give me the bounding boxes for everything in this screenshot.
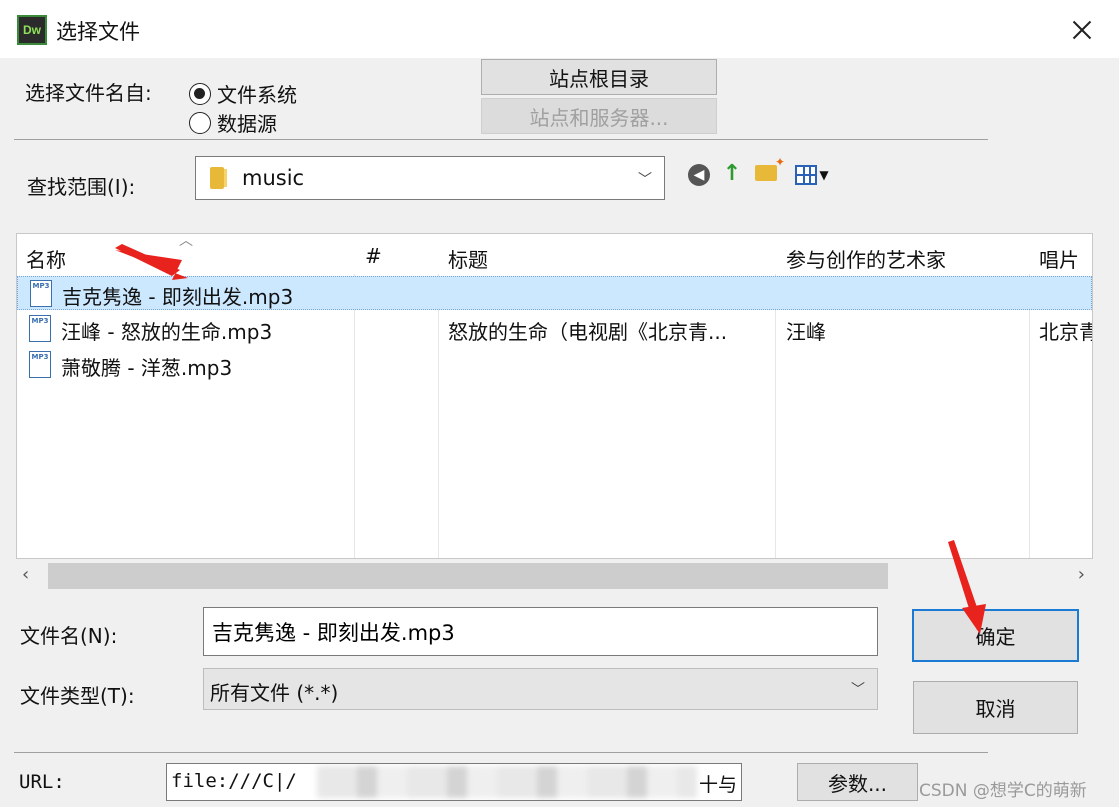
- file-name: 吉克隽逸 - 即刻出发.mp3: [62, 285, 294, 309]
- filename-input[interactable]: [203, 607, 878, 656]
- horizontal-scrollbar[interactable]: ‹ ›: [16, 560, 1093, 592]
- window-title: 选择文件: [56, 20, 140, 44]
- file-name: 汪峰 - 怒放的生命.mp3: [61, 320, 273, 344]
- new-folder-icon[interactable]: [753, 155, 785, 186]
- column-header-title[interactable]: 标题: [448, 244, 488, 273]
- scroll-right-icon[interactable]: ›: [1078, 564, 1085, 585]
- dreamweaver-app-icon: Dw: [17, 15, 47, 45]
- back-icon[interactable]: ◀: [686, 162, 712, 188]
- site-root-button[interactable]: 站点根目录: [481, 59, 717, 95]
- site-server-button: 站点和服务器...: [481, 98, 717, 134]
- url-input[interactable]: file:///C|/ 十与: [166, 763, 742, 801]
- grid-view-icon: [795, 165, 818, 185]
- radio-data-source[interactable]: 数据源: [189, 108, 277, 137]
- scroll-left-icon[interactable]: ‹: [22, 564, 29, 585]
- view-menu-icon[interactable]: ▼: [790, 162, 834, 188]
- separator: [14, 139, 988, 140]
- watermark: CSDN @想学C的萌新: [919, 781, 1087, 801]
- filetype-select[interactable]: 所有文件 (*.*) ﹀: [203, 668, 878, 710]
- mp3-file-icon: MP3: [30, 280, 52, 307]
- blurred-region: [317, 766, 697, 798]
- url-value-start: file:///C|/: [171, 770, 297, 792]
- file-row[interactable]: MP3 吉克隽逸 - 即刻出发.mp3: [17, 276, 1092, 310]
- filetype-value: 所有文件 (*.*): [210, 681, 339, 705]
- chevron-down-icon[interactable]: ﹀: [851, 679, 865, 699]
- parameters-button[interactable]: 参数...: [797, 763, 918, 801]
- column-header-number[interactable]: #: [365, 244, 382, 268]
- lookin-value: music: [242, 166, 305, 190]
- up-folder-icon[interactable]: ↑: [719, 160, 745, 186]
- list-header: ︿ 名称 # 标题 参与创作的艺术家 唱片集: [17, 233, 1092, 301]
- filename-label: 文件名(N):: [20, 624, 118, 648]
- file-row[interactable]: MP3 萧敬腾 - 洋葱.mp3: [17, 348, 1092, 382]
- caret-down-icon: ▼: [819, 168, 829, 182]
- lookin-dropdown[interactable]: music ﹀: [195, 156, 665, 200]
- mp3-file-icon: MP3: [29, 315, 51, 342]
- close-icon[interactable]: [1062, 10, 1102, 50]
- title-bar: [0, 0, 1119, 58]
- ok-button[interactable]: 确定: [912, 609, 1079, 662]
- radio-data-source-label: 数据源: [217, 112, 277, 136]
- mp3-file-icon: MP3: [29, 351, 51, 378]
- scrollbar-thumb[interactable]: [48, 563, 888, 589]
- chevron-down-icon[interactable]: ﹀: [638, 169, 652, 189]
- column-header-name[interactable]: 名称: [26, 244, 66, 273]
- file-name: 萧敬腾 - 洋葱.mp3: [61, 356, 233, 380]
- file-title: 怒放的生命（电视剧《北京青...: [448, 320, 728, 344]
- url-label: URL:: [19, 771, 65, 793]
- file-album: 北京青: [1039, 320, 1093, 344]
- url-value-end: 十与: [698, 774, 737, 796]
- column-header-artist[interactable]: 参与创作的艺术家: [786, 244, 946, 273]
- radio-checked-icon[interactable]: [189, 82, 211, 105]
- file-row[interactable]: MP3 汪峰 - 怒放的生命.mp3 怒放的生命（电视剧《北京青... 汪峰 北…: [17, 312, 1092, 346]
- cancel-button[interactable]: 取消: [913, 681, 1078, 734]
- file-artist: 汪峰: [786, 320, 826, 344]
- radio-unchecked-icon[interactable]: [189, 111, 211, 134]
- separator: [14, 752, 988, 753]
- source-label: 选择文件名自:: [25, 81, 152, 105]
- filetype-label: 文件类型(T):: [20, 684, 135, 708]
- sort-ascending-icon: ︿: [179, 233, 193, 249]
- radio-file-system-label: 文件系统: [217, 83, 297, 107]
- folder-icon: [210, 167, 227, 189]
- lookin-label: 查找范围(I):: [27, 175, 136, 199]
- radio-file-system[interactable]: 文件系统: [189, 79, 297, 108]
- file-list[interactable]: ︿ 名称 # 标题 参与创作的艺术家 唱片集 MP3 吉克隽逸 - 即刻出发.m…: [16, 233, 1093, 559]
